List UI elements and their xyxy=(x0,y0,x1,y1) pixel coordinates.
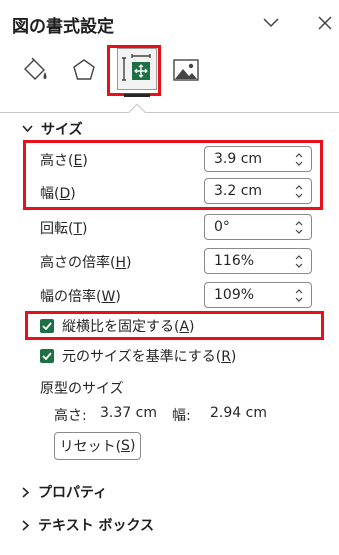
size-section-title: サイズ xyxy=(41,122,83,138)
chevron-down-icon xyxy=(22,125,33,133)
active-tab-pointer xyxy=(128,103,146,121)
reset-button[interactable]: リセット(S) xyxy=(54,432,141,460)
spin-up-icon[interactable] xyxy=(295,254,303,260)
size-properties-icon xyxy=(122,54,151,81)
close-icon xyxy=(318,16,332,30)
scale-width-spinner[interactable]: 109% xyxy=(204,282,312,308)
original-width-label: 幅: xyxy=(172,408,191,424)
tab-size-properties[interactable] xyxy=(117,48,157,90)
rotation-spinner[interactable]: 0° xyxy=(204,214,312,240)
scale-width-value[interactable]: 109% xyxy=(205,287,291,303)
chevron-right-icon xyxy=(22,519,30,531)
width-spinner[interactable]: 3.2 cm xyxy=(204,178,312,204)
width-value[interactable]: 3.2 cm xyxy=(205,183,291,199)
pane-title: 図の書式設定 xyxy=(12,17,114,37)
checkbox-checked[interactable] xyxy=(40,319,54,333)
height-label: 高さ(E) xyxy=(40,153,88,169)
spin-down-icon[interactable] xyxy=(295,161,303,166)
properties-section-title: プロパティ xyxy=(38,485,108,501)
spin-down-icon[interactable] xyxy=(295,297,303,302)
height-spinner[interactable]: 3.9 cm xyxy=(204,146,312,172)
spin-down-icon[interactable] xyxy=(295,193,303,198)
scale-height-label: 高さの倍率(H) xyxy=(40,255,132,271)
height-value[interactable]: 3.9 cm xyxy=(205,151,291,167)
spin-up-icon[interactable] xyxy=(295,220,303,226)
scale-height-value[interactable]: 116% xyxy=(205,253,291,269)
lock-aspect-label: 縦横比を固定する(A) xyxy=(62,319,195,335)
original-height-label: 高さ: xyxy=(54,408,87,424)
textbox-section-header[interactable]: テキスト ボックス xyxy=(22,515,154,535)
scale-width-label: 幅の倍率(W) xyxy=(40,289,121,305)
textbox-section-title: テキスト ボックス xyxy=(38,518,155,534)
size-section-header[interactable]: サイズ xyxy=(22,119,83,139)
pane-options-button[interactable] xyxy=(258,10,284,36)
properties-section-header[interactable]: プロパティ xyxy=(22,482,107,502)
spin-down-icon[interactable] xyxy=(295,263,303,268)
lock-aspect-checkbox[interactable]: 縦横比を固定する(A) xyxy=(40,316,195,336)
checkbox-checked[interactable] xyxy=(40,349,54,363)
spin-up-icon[interactable] xyxy=(295,184,303,190)
spin-down-icon[interactable] xyxy=(295,229,303,234)
chevron-right-icon xyxy=(22,486,30,498)
picture-icon xyxy=(173,59,199,81)
fill-bucket-icon xyxy=(24,57,47,80)
tab-effects[interactable] xyxy=(66,50,102,90)
relative-original-label: 元のサイズを基準にする(R) xyxy=(62,349,237,365)
rotation-label: 回転(T) xyxy=(40,221,88,237)
original-height-value: 3.37 cm xyxy=(100,405,157,421)
chevron-down-icon xyxy=(263,18,279,28)
scale-height-spinner[interactable]: 116% xyxy=(204,248,312,274)
width-label: 幅(D) xyxy=(40,186,76,202)
tab-picture[interactable] xyxy=(168,50,204,90)
tab-fill-line[interactable] xyxy=(17,50,53,90)
checkmark-icon xyxy=(42,352,52,360)
original-size-title: 原型のサイズ xyxy=(40,381,124,397)
spin-up-icon[interactable] xyxy=(295,288,303,294)
pentagon-icon xyxy=(73,59,95,80)
active-tab-indicator xyxy=(124,94,150,97)
rotation-value[interactable]: 0° xyxy=(205,219,291,235)
close-button[interactable] xyxy=(312,10,338,36)
relative-original-checkbox[interactable]: 元のサイズを基準にする(R) xyxy=(40,346,236,366)
spin-up-icon[interactable] xyxy=(295,152,303,158)
original-width-value: 2.94 cm xyxy=(210,405,267,421)
tab-divider xyxy=(0,112,339,113)
checkmark-icon xyxy=(42,322,52,330)
